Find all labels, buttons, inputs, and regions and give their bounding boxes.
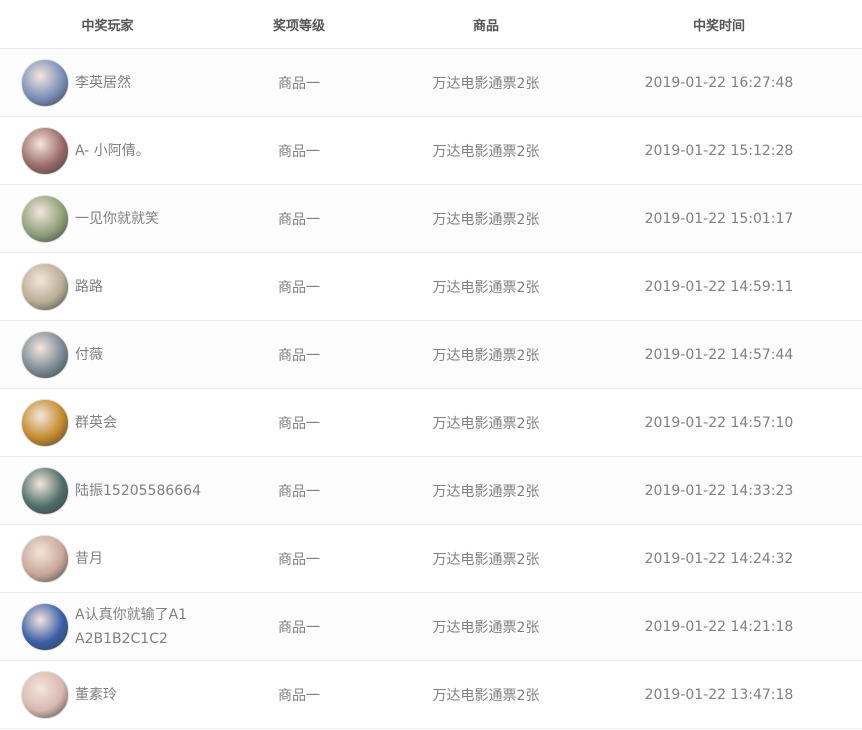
header-player: 中奖玩家 bbox=[81, 18, 134, 34]
table-row: 昔月 商品一 万达电影通票2张 2019-01-22 14:24:32 bbox=[0, 525, 862, 593]
player-cell: 群英会 bbox=[0, 398, 215, 447]
avatar bbox=[21, 58, 69, 107]
table-row: A认真你就输了A1A2B1B2C1C2 商品一 万达电影通票2张 2019-01-22… bbox=[0, 593, 862, 661]
table-header: 中奖玩家 奖项等级 商品 中奖时间 bbox=[0, 0, 862, 49]
prize-level: 商品一 bbox=[278, 551, 320, 568]
player-name: 路路 bbox=[75, 278, 103, 295]
avatar bbox=[21, 534, 69, 583]
win-time: 2019-01-22 14:21:18 bbox=[644, 618, 794, 635]
prize-goods: 万达电影通票2张 bbox=[432, 619, 540, 636]
player-cell: 昔月 bbox=[0, 534, 215, 583]
table-row: 付薇 商品一 万达电影通票2张 2019-01-22 14:57:44 bbox=[0, 321, 862, 389]
prize-level: 商品一 bbox=[278, 75, 320, 92]
prize-level: 商品一 bbox=[278, 279, 320, 296]
player-name: 昔月 bbox=[75, 550, 103, 567]
player-name: 董素玲 bbox=[75, 686, 117, 703]
prize-level: 商品一 bbox=[278, 415, 320, 432]
avatar bbox=[21, 194, 69, 243]
player-cell: 李英居然 bbox=[0, 58, 215, 107]
win-time: 2019-01-22 14:59:11 bbox=[644, 278, 794, 295]
win-time: 2019-01-22 16:27:48 bbox=[644, 74, 794, 91]
avatar bbox=[21, 670, 69, 719]
table-body: 李英居然 商品一 万达电影通票2张 2019-01-22 16:27:48 A- 小阿倩… bbox=[0, 49, 862, 729]
prize-goods: 万达电影通票2张 bbox=[432, 75, 540, 92]
win-time: 2019-01-22 14:57:10 bbox=[644, 414, 794, 431]
avatar bbox=[21, 602, 69, 651]
table-row: 董素玲 商品一 万达电影通票2张 2019-01-22 13:47:18 bbox=[0, 661, 862, 729]
player-name: A- 小阿倩。 bbox=[75, 142, 150, 159]
player-cell: A- 小阿倩。 bbox=[0, 126, 215, 175]
player-name: A认真你就输了A1A2B1B2C1C2 bbox=[75, 606, 188, 647]
prize-goods: 万达电影通票2张 bbox=[432, 143, 540, 160]
prize-goods: 万达电影通票2张 bbox=[432, 687, 540, 704]
player-cell: A认真你就输了A1A2B1B2C1C2 bbox=[0, 602, 215, 651]
avatar bbox=[21, 466, 69, 515]
table-row: A- 小阿倩。 商品一 万达电影通票2张 2019-01-22 15:12:28 bbox=[0, 117, 862, 185]
table-row: 路路 商品一 万达电影通票2张 2019-01-22 14:59:11 bbox=[0, 253, 862, 321]
header-goods: 商品 bbox=[472, 18, 499, 34]
header-time: 中奖时间 bbox=[692, 18, 745, 34]
prize-level: 商品一 bbox=[278, 687, 320, 704]
table-row: 一见你就就笑 商品一 万达电影通票2张 2019-01-22 15:01:17 bbox=[0, 185, 862, 253]
avatar bbox=[21, 330, 69, 379]
table-row: 陆振15205586664 商品一 万达电影通票2张 2019-01-22 14:33… bbox=[0, 457, 862, 525]
header-level: 奖项等级 bbox=[272, 18, 325, 34]
avatar bbox=[21, 126, 69, 175]
table-row: 李英居然 商品一 万达电影通票2张 2019-01-22 16:27:48 bbox=[0, 49, 862, 117]
prize-level: 商品一 bbox=[278, 143, 320, 160]
player-name: 李英居然 bbox=[75, 74, 131, 91]
prize-goods: 万达电影通票2张 bbox=[432, 347, 540, 364]
player-name: 一见你就就笑 bbox=[75, 210, 159, 227]
win-time: 2019-01-22 14:24:32 bbox=[644, 550, 794, 567]
player-cell: 一见你就就笑 bbox=[0, 194, 215, 243]
prize-goods: 万达电影通票2张 bbox=[432, 483, 540, 500]
win-time: 2019-01-22 14:57:44 bbox=[644, 346, 794, 363]
prize-level: 商品一 bbox=[278, 211, 320, 228]
player-name: 群英会 bbox=[75, 414, 117, 431]
player-cell: 陆振15205586664 bbox=[0, 466, 215, 515]
prize-goods: 万达电影通票2张 bbox=[432, 415, 540, 432]
player-cell: 路路 bbox=[0, 262, 215, 311]
player-cell: 董素玲 bbox=[0, 670, 215, 719]
prize-level: 商品一 bbox=[278, 347, 320, 364]
table-row: 群英会 商品一 万达电影通票2张 2019-01-22 14:57:10 bbox=[0, 389, 862, 457]
win-time: 2019-01-22 15:12:28 bbox=[644, 142, 794, 159]
prize-goods: 万达电影通票2张 bbox=[432, 279, 540, 296]
player-name: 付薇 bbox=[75, 346, 103, 363]
prize-goods: 万达电影通票2张 bbox=[432, 211, 540, 228]
win-time: 2019-01-22 14:33:23 bbox=[644, 482, 794, 499]
win-time: 2019-01-22 15:01:17 bbox=[644, 210, 794, 227]
player-cell: 付薇 bbox=[0, 330, 215, 379]
prize-level: 商品一 bbox=[278, 619, 320, 636]
win-time: 2019-01-22 13:47:18 bbox=[644, 686, 794, 703]
avatar bbox=[21, 262, 69, 311]
winners-table: 中奖玩家 奖项等级 商品 中奖时间 李英居然 商品一 万达电影通票2张 2019-01… bbox=[0, 0, 862, 729]
prize-level: 商品一 bbox=[278, 483, 320, 500]
player-name: 陆振15205586664 bbox=[75, 482, 201, 499]
avatar bbox=[21, 398, 69, 447]
prize-goods: 万达电影通票2张 bbox=[432, 551, 540, 568]
